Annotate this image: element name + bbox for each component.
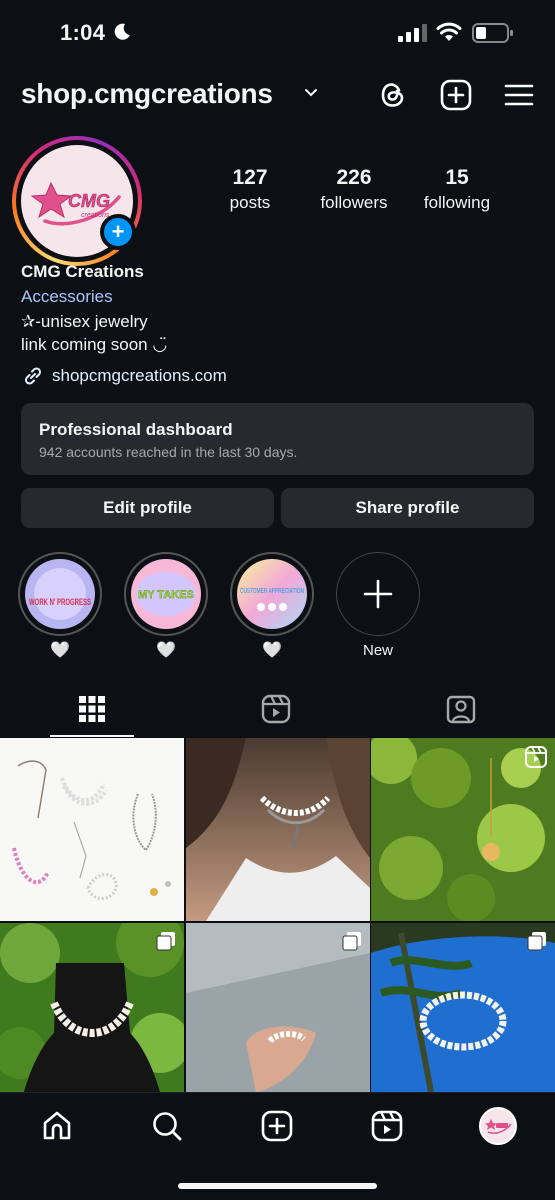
battery-icon	[472, 23, 513, 43]
post-thumbnail[interactable]	[0, 738, 184, 921]
active-tab-indicator	[50, 735, 134, 737]
cellular-signal-icon	[398, 24, 427, 42]
highlight-work-progress[interactable]: WORK N' PROGRESS 🤍	[18, 552, 102, 662]
status-bar: 1:04	[0, 0, 555, 62]
brand-logo-mini	[485, 1119, 512, 1134]
new-highlight-button[interactable]: New	[336, 552, 420, 664]
highlight-cover: MY TAKES	[131, 559, 201, 629]
post-thumbnail[interactable]	[186, 738, 370, 921]
bio-line-2: link coming soon ◡̈	[21, 335, 168, 354]
share-profile-button[interactable]: Share profile	[281, 488, 534, 528]
highlight-cover: CUSTOMER APPRECIATION	[237, 559, 307, 629]
posts-grid	[0, 738, 555, 1093]
website-link[interactable]: shopcmgcreations.com	[52, 366, 227, 386]
dashboard-subtitle: 942 accounts reached in the last 30 days…	[39, 444, 298, 460]
post-thumbnail[interactable]	[0, 923, 184, 1106]
add-story-button[interactable]: +	[100, 214, 136, 250]
carousel-badge-icon	[527, 932, 546, 951]
highlight-cover: WORK N' PROGRESS	[25, 559, 95, 629]
threads-icon[interactable]	[376, 78, 410, 112]
bio-line-1: ✰-unisex jewelry	[21, 312, 148, 331]
search-icon[interactable]	[150, 1109, 184, 1143]
tab-posts-grid[interactable]	[0, 690, 185, 738]
wifi-icon	[436, 22, 462, 41]
logo-text: CMG	[68, 191, 110, 211]
stat-number: 127	[232, 166, 268, 189]
profile-bio: CMG Creations Accessories ✰-unisex jewel…	[21, 262, 531, 358]
highlight-cover-text: CUSTOMER APPRECIATION	[240, 588, 304, 595]
carousel-badge-icon	[156, 932, 175, 951]
highlight-label: 🤍	[262, 642, 282, 659]
highlight-label: 🤍	[50, 642, 70, 659]
carousel-badge-icon	[342, 932, 361, 951]
highlight-customer-appreciation[interactable]: CUSTOMER APPRECIATION 🤍	[230, 552, 314, 662]
highlight-label: 🤍	[156, 642, 176, 659]
highlight-cover-text: MY TAKES	[138, 589, 194, 601]
post-thumbnail[interactable]	[186, 923, 370, 1106]
stat-followers[interactable]: 226 followers	[299, 166, 409, 213]
plus-icon	[363, 579, 392, 608]
create-post-icon[interactable]	[439, 78, 473, 112]
link-icon	[24, 367, 42, 385]
dashboard-title: Professional dashboard	[39, 420, 233, 439]
reel-badge-icon	[525, 746, 547, 768]
menu-icon[interactable]	[502, 78, 536, 112]
home-icon[interactable]	[40, 1109, 74, 1143]
stat-number: 15	[445, 166, 469, 189]
post-thumbnail[interactable]	[371, 738, 555, 921]
display-name: CMG Creations	[21, 262, 144, 281]
stat-posts[interactable]: 127 posts	[195, 166, 305, 213]
username-switcher[interactable]: shop.cmgcreations	[21, 78, 273, 110]
stat-number: 226	[336, 166, 372, 189]
tab-reels[interactable]	[185, 690, 370, 738]
highlight-cover-text: WORK N' PROGRESS	[29, 597, 91, 607]
profile-tab-avatar[interactable]	[479, 1107, 517, 1145]
grid-icon	[79, 696, 105, 722]
highlight-label: New	[362, 642, 393, 659]
tab-tagged[interactable]	[370, 690, 555, 738]
stat-label: posts	[229, 193, 271, 212]
chevron-down-icon[interactable]	[304, 88, 318, 98]
stat-label: followers	[320, 193, 388, 212]
moon-icon	[114, 23, 130, 40]
reels-icon	[261, 694, 291, 724]
professional-dashboard-card[interactable]: Professional dashboard 942 accounts reac…	[21, 403, 534, 475]
post-thumbnail[interactable]	[371, 923, 555, 1106]
profile-tabs	[0, 690, 555, 738]
home-indicator	[178, 1183, 377, 1189]
status-time: 1:04	[60, 20, 106, 45]
stat-following[interactable]: 15 following	[402, 166, 512, 213]
reels-nav-icon[interactable]	[370, 1109, 404, 1143]
profile-header: shop.cmgcreations	[0, 70, 555, 120]
stat-label: following	[423, 193, 491, 212]
create-icon[interactable]	[260, 1109, 294, 1143]
tagged-icon	[446, 695, 476, 724]
category-label[interactable]: Accessories	[21, 287, 531, 312]
highlight-my-takes[interactable]: MY TAKES 🤍	[124, 552, 208, 662]
edit-profile-button[interactable]: Edit profile	[21, 488, 274, 528]
